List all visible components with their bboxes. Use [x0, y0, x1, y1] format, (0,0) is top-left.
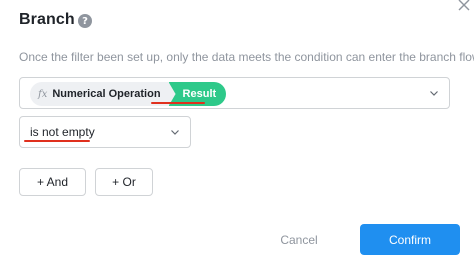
red-underline-annotation: [151, 102, 205, 104]
cancel-button[interactable]: Cancel: [268, 226, 330, 254]
add-and-button[interactable]: + And: [19, 168, 86, 196]
branch-dialog: Branch ? Once the filter been set up, on…: [0, 0, 474, 265]
red-underline-annotation: [24, 140, 90, 142]
condition-value: is not empty: [30, 125, 95, 139]
help-icon[interactable]: ?: [78, 14, 92, 28]
fx-icon: fx: [38, 88, 48, 100]
dialog-title: Branch: [19, 11, 75, 28]
confirm-button[interactable]: Confirm: [360, 224, 460, 255]
dialog-description: Once the filter been set up, only the da…: [19, 50, 474, 64]
chevron-down-icon: [171, 130, 179, 135]
field-tag-label: Numerical Operation: [52, 88, 161, 100]
field-select[interactable]: fx Numerical Operation Result: [19, 77, 450, 109]
condition-select[interactable]: is not empty: [19, 116, 191, 148]
close-icon[interactable]: [456, 0, 472, 13]
chevron-down-icon: [430, 91, 438, 96]
add-or-button[interactable]: + Or: [95, 168, 153, 196]
